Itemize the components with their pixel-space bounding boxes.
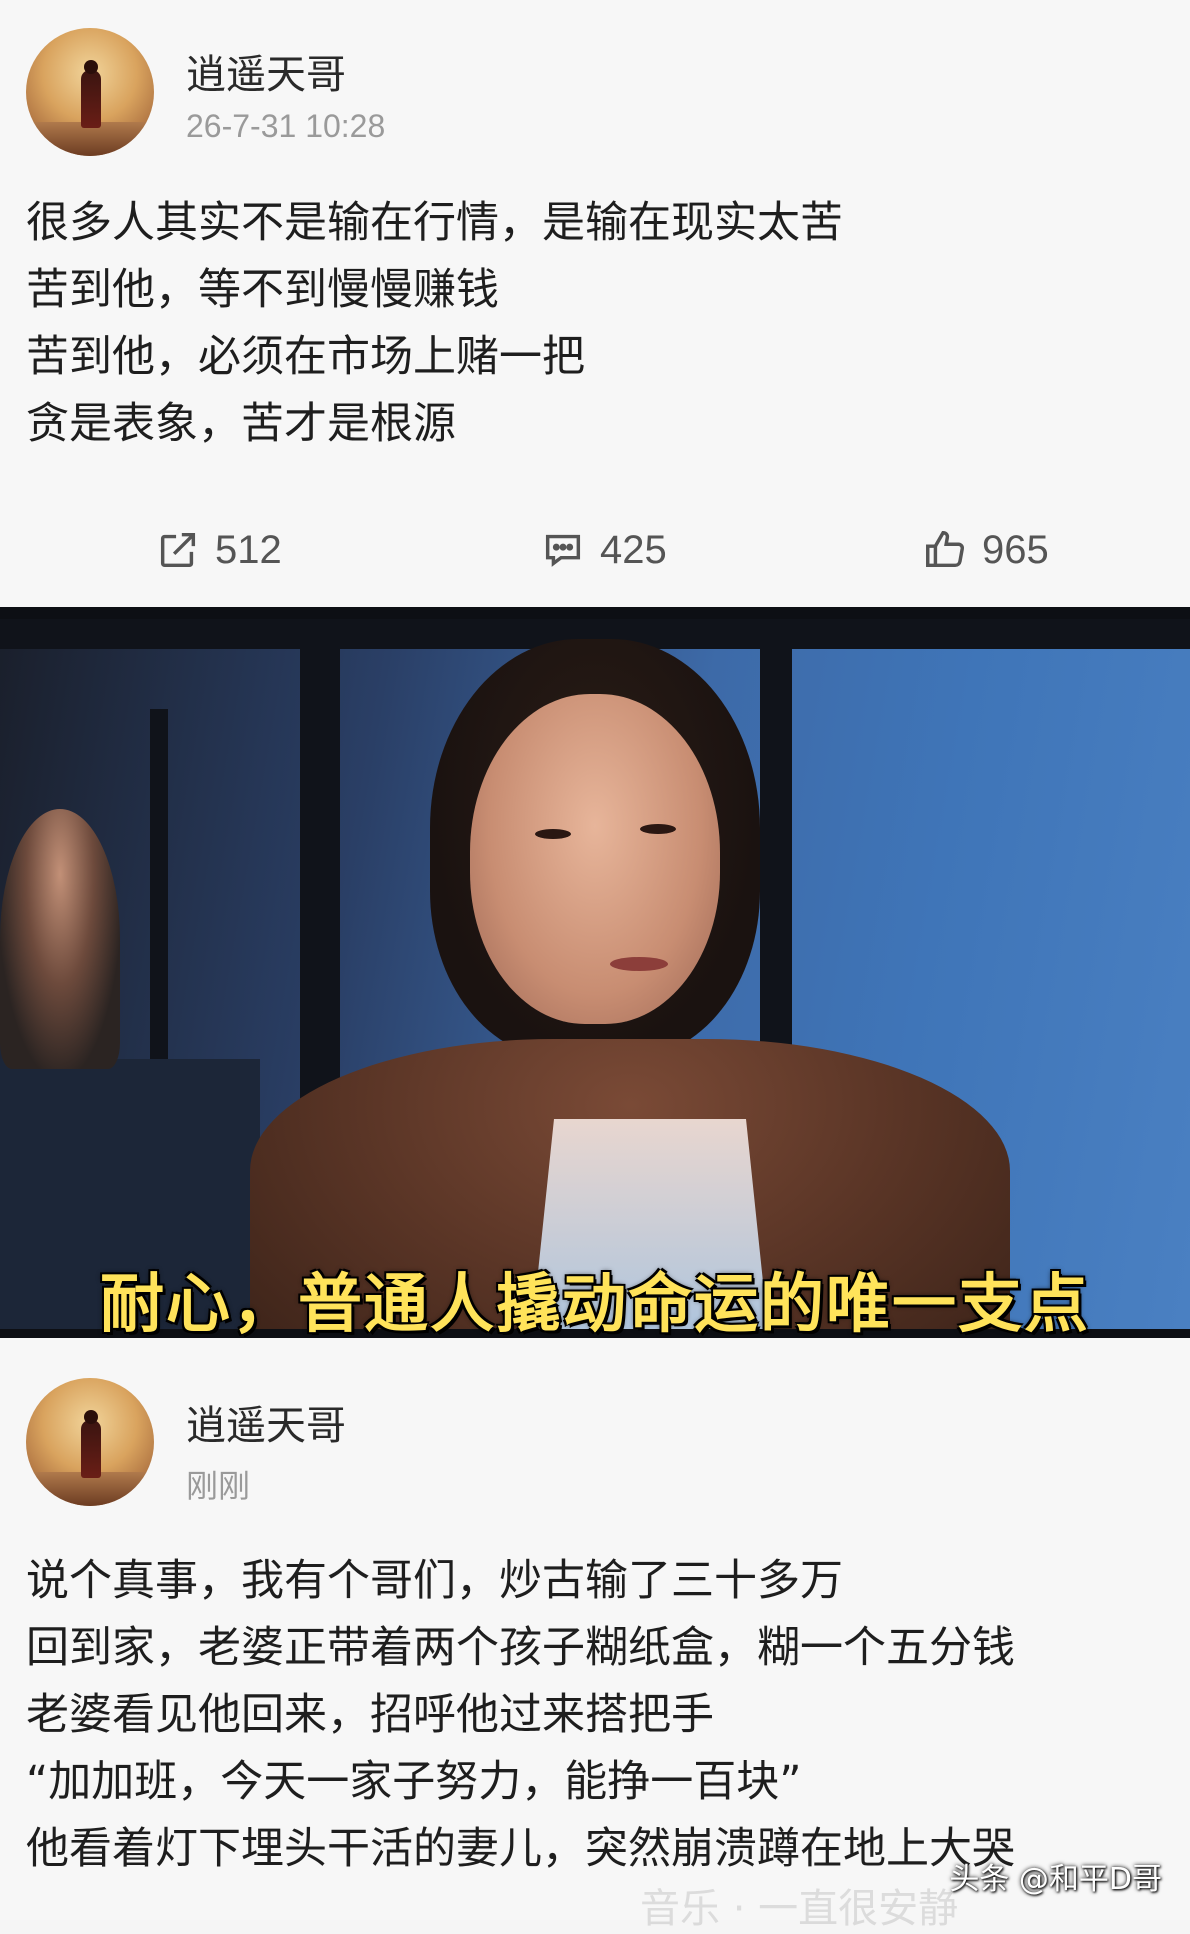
thumbs-up-icon <box>926 531 964 568</box>
post-line: 他看着灯下埋头干活的妻儿，突然崩溃蹲在地上大哭 <box>26 1824 1015 1874</box>
share-button[interactable]: 512 <box>155 520 282 580</box>
post-body: 很多人其实不是输在行情，是输在现实太苦 苦到他，等不到慢慢赚钱 苦到他，必须在市… <box>26 190 843 458</box>
post-card-2: 逍遥天哥 刚刚 说个真事，我有个哥们，炒古输了三十多万 回到家，老婆正带着两个孩… <box>0 1338 1190 1932</box>
post-line: “加加班，今天一家子努力，能挣一百块” <box>26 1757 802 1807</box>
like-button[interactable]: 965 <box>922 520 1049 580</box>
post-timestamp: 刚刚 <box>186 1468 251 1504</box>
author-name[interactable]: 逍遥天哥 <box>186 42 346 100</box>
post-line: 贪是表象，苦才是根源 <box>26 399 456 449</box>
post-line: 老婆看见他回来，招呼他过来搭把手 <box>26 1690 714 1740</box>
post-card-1: 逍遥天哥 26-7-31 10:28 很多人其实不是输在行情，是输在现实太苦 苦… <box>0 0 1190 607</box>
share-count: 512 <box>215 527 282 572</box>
avatar[interactable] <box>26 28 154 156</box>
comment-button[interactable]: 425 <box>540 520 667 580</box>
author-name[interactable]: 逍遥天哥 <box>186 1393 346 1451</box>
woman-face <box>470 694 720 1024</box>
post-line: 苦到他，等不到慢慢赚钱 <box>26 265 499 315</box>
watermark: 头条 @和平D哥 <box>949 1862 1162 1897</box>
post-body: 说个真事，我有个哥们，炒古输了三十多万 回到家，老婆正带着两个孩子糊纸盒，糊一个… <box>26 1548 1015 1883</box>
post-line: 回到家，老婆正带着两个孩子糊纸盒，糊一个五分钱 <box>26 1623 1015 1673</box>
action-bar: 512 425 965 <box>0 520 1190 580</box>
comment-count: 425 <box>600 527 667 572</box>
post-line: 苦到他，必须在市场上赌一把 <box>26 332 585 382</box>
avatar[interactable] <box>26 1378 154 1506</box>
video-still <box>0 619 1190 1329</box>
post-timestamp: 26-7-31 10:28 <box>186 108 386 144</box>
share-icon <box>160 532 196 568</box>
post-line: 说个真事，我有个哥们，炒古输了三十多万 <box>26 1556 843 1606</box>
background-person <box>0 809 120 1069</box>
like-count: 965 <box>982 527 1049 572</box>
video-frame[interactable]: 耐心，普通人撬动命运的唯一支点 <box>0 607 1190 1338</box>
video-subtitle: 耐心，普通人撬动命运的唯一支点 <box>100 1268 1090 1338</box>
post-line: 很多人其实不是输在行情，是输在现实太苦 <box>26 198 843 248</box>
comment-icon <box>545 534 581 567</box>
ghost-overlay-text: 音乐 · 一直很安静 <box>640 1886 959 1932</box>
